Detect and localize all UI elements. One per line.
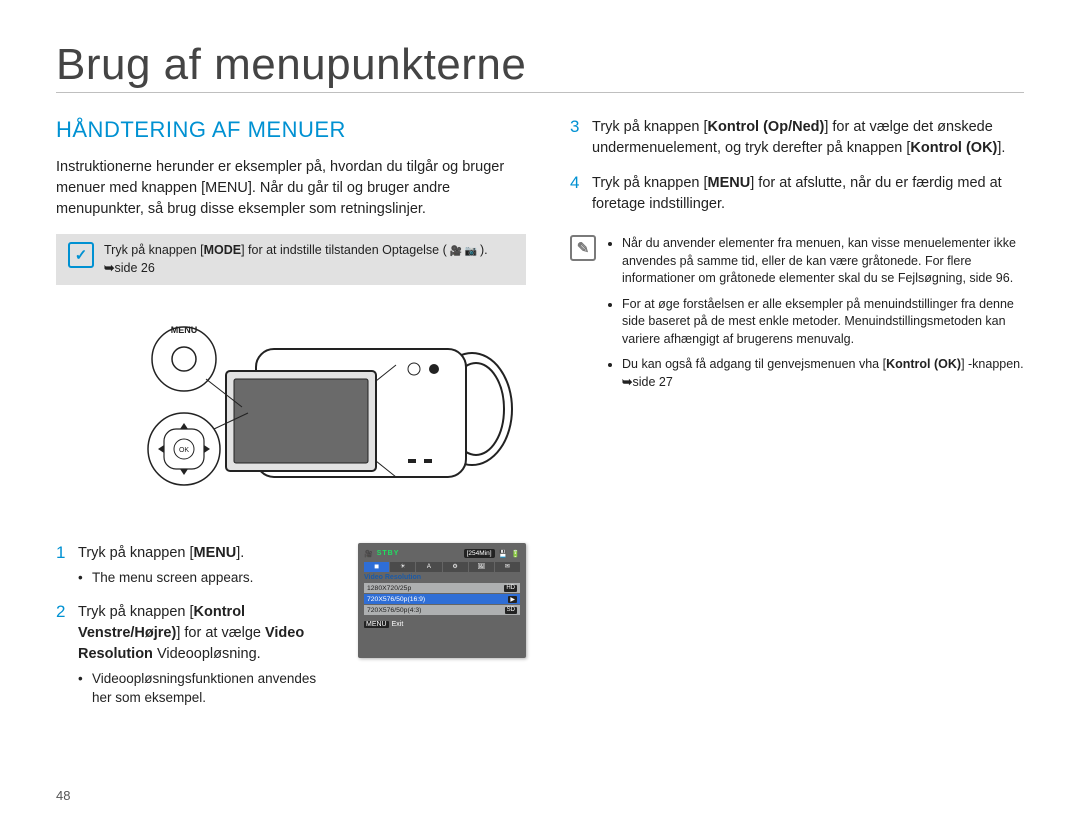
step-number: 1 [56, 543, 78, 563]
page-title: Brug af menupunkterne [56, 40, 1024, 93]
step-3: 3 Tryk på knappen [Kontrol (Op/Ned)] for… [570, 117, 1024, 159]
note-box-mode: ✓ Tryk på knappen [MODE] for at indstill… [56, 234, 526, 285]
camcorder-svg: MENU OK [56, 309, 526, 519]
page-number: 48 [56, 788, 70, 803]
tip-item: Du kan også få adgang til genvejsmenuen … [622, 356, 1024, 391]
step-number: 3 [570, 117, 592, 137]
note-box-tips: ✎ Når du anvender elementer fra menuen, … [570, 235, 1024, 399]
left-column: HÅNDTERING AF MENUER Instruktionerne her… [56, 117, 526, 722]
camcorder-illustration: MENU OK [56, 309, 526, 519]
step-2: 2 Tryk på knappen [Kontrol Venstre/Højre… [56, 602, 338, 708]
card-icon: 💾 [499, 550, 508, 558]
tab-row: ◼☀A⚙🖼✉ [364, 562, 520, 572]
resolution-option-selected: 720X576/50p(16:9)▶ [364, 594, 520, 604]
step-4: 4 Tryk på knappen [MENU] for at afslutte… [570, 173, 1024, 215]
resolution-option: 720X576/50p(4:3)SD [364, 605, 520, 615]
step-number: 2 [56, 602, 78, 622]
checkmark-icon: ✓ [68, 242, 94, 268]
battery-icon: 🔋 [511, 550, 520, 558]
step-1: 1 Tryk på knappen [MENU]. •The menu scre… [56, 543, 338, 588]
time-badge: [254Min] [464, 549, 495, 558]
intro-text: Instruktionerne herunder er eksempler på… [56, 157, 526, 220]
stby-label: STBY [377, 550, 400, 557]
resolution-option: 1280X720/25pHD [364, 583, 520, 593]
section-heading: HÅNDTERING AF MENUER [56, 117, 526, 143]
ok-label: OK [179, 447, 189, 454]
video-resolution-label: Video Resolution [364, 574, 520, 581]
mode-icon: 🎥 [364, 550, 373, 558]
step-number: 4 [570, 173, 592, 193]
right-column: 3 Tryk på knappen [Kontrol (Op/Ned)] for… [570, 117, 1024, 722]
menu-screen-preview: 🎥 STBY [254Min] 💾 🔋 ◼☀A⚙🖼✉ Video Resolut… [358, 543, 526, 658]
exit-row: MENUExit [364, 621, 520, 628]
tip-item: Når du anvender elementer fra menuen, ka… [622, 235, 1024, 288]
arrow-icon: ➥ [622, 375, 632, 389]
pencil-icon: ✎ [570, 235, 596, 261]
menu-label: MENU [171, 325, 198, 335]
videocam-icon: 🎥 📷 [447, 246, 480, 257]
arrow-icon: ➥ [104, 261, 114, 275]
tip-item: For at øge forståelsen er alle eksempler… [622, 296, 1024, 349]
note-text: Tryk på knappen [MODE] for at indstille … [104, 242, 514, 277]
